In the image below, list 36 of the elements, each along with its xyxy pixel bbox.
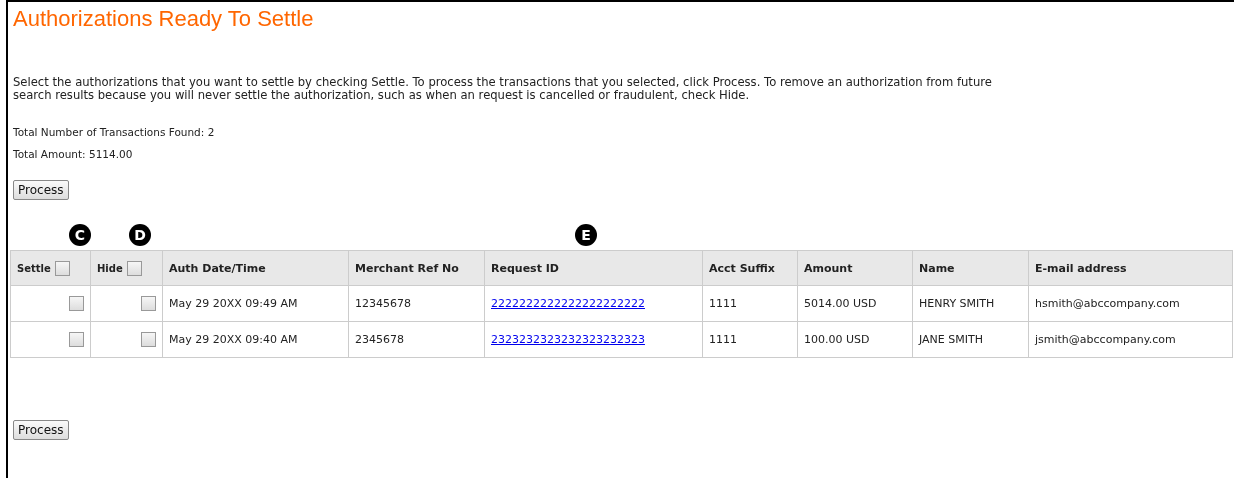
column-header: Name xyxy=(919,261,955,275)
table-cell: 1111 xyxy=(709,333,737,346)
page-title: Authorizations Ready To Settle xyxy=(13,6,315,32)
callout-marker: E xyxy=(575,224,597,246)
table-cell: 100.00 USD xyxy=(804,333,870,346)
checkbox[interactable] xyxy=(141,332,156,347)
column-header: Amount xyxy=(804,261,853,275)
table-cell: 2345678 xyxy=(355,333,404,346)
callout-marker: C xyxy=(69,224,91,246)
checkbox[interactable] xyxy=(141,296,156,311)
column-header: Auth Date/Time xyxy=(169,261,266,275)
table-cell: jsmith@abccompany.com xyxy=(1035,333,1176,346)
table-cell: HENRY SMITH xyxy=(919,297,995,310)
table-cell: JANE SMITH xyxy=(919,333,983,346)
table-cell: hsmith@abccompany.com xyxy=(1035,297,1180,310)
checkbox[interactable] xyxy=(54,260,70,276)
total-text: Total Amount: 5114.00 xyxy=(13,148,134,160)
table-cell: 1111 xyxy=(709,297,737,310)
table-cell: 5014.00 USD xyxy=(804,297,877,310)
column-header: Merchant Ref No xyxy=(355,261,459,275)
total-text: Total Number of Transactions Found: 2 xyxy=(13,126,216,138)
process-button[interactable]: Process xyxy=(13,180,69,200)
table-cell: May 29 20XX 09:49 AM xyxy=(169,297,298,310)
column-header: Acct Suffix xyxy=(709,261,775,275)
table-cell: 12345678 xyxy=(355,297,411,310)
checkbox[interactable] xyxy=(69,332,84,347)
column-header: Settle xyxy=(17,262,51,273)
column-header: Hide xyxy=(97,262,123,273)
callout-marker: D xyxy=(129,224,151,246)
table-cell: May 29 20XX 09:40 AM xyxy=(169,333,298,346)
process-button[interactable]: Process xyxy=(13,420,69,440)
column-header: E-mail address xyxy=(1035,261,1127,275)
checkbox[interactable] xyxy=(126,260,142,276)
checkbox[interactable] xyxy=(69,296,84,311)
column-header: Request ID xyxy=(491,261,559,275)
instructions-text: Select the authorizations that you want to settle by checking Settle. To process the transactions that you selected, click Process. To remove an authorization from future search results because you will never settle the authorization, such as when an request is cancelled or fraudulent, check Hide. xyxy=(13,76,993,102)
